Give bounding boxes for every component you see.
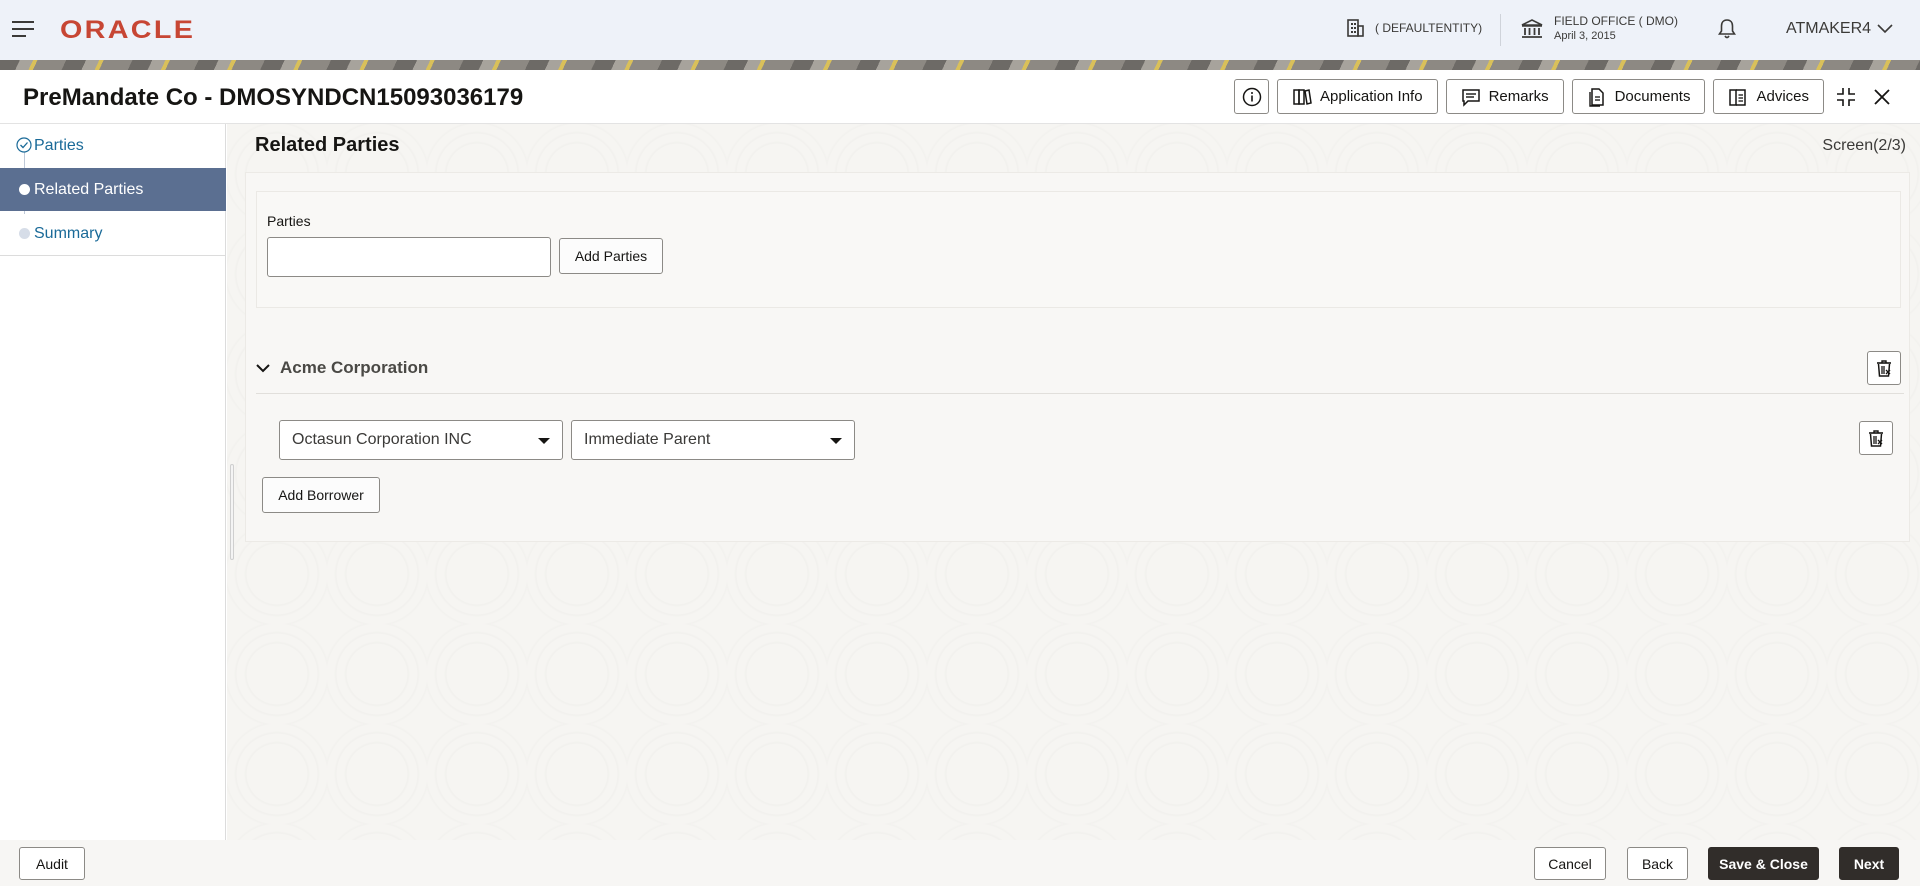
- caret-down-icon: [830, 438, 842, 444]
- nav-item-label: Related Parties: [34, 180, 144, 198]
- parties-card: Parties Add Parties: [256, 191, 1901, 308]
- trash-icon: [1877, 360, 1891, 377]
- close-button[interactable]: [1868, 79, 1896, 114]
- minimize-button[interactable]: [1832, 79, 1860, 114]
- section-title: Related Parties: [255, 134, 400, 156]
- related-party-value: Octasun Corporation INC: [292, 431, 472, 448]
- group-divider: [256, 393, 1904, 394]
- application-info-icon: [1293, 88, 1312, 105]
- nav-divider: [0, 255, 226, 256]
- chevron-down-icon: [1877, 24, 1893, 34]
- advices-icon: [1729, 88, 1747, 106]
- top-header: ORACLE ( DEFAULTENTITY) FIELD OFFICE ( D…: [0, 0, 1920, 60]
- documents-label: Documents: [1614, 88, 1691, 105]
- documents-icon: [1588, 87, 1604, 107]
- screen-counter: Screen(2/3): [1822, 137, 1906, 154]
- remarks-button[interactable]: Remarks: [1445, 79, 1564, 114]
- relationship-select[interactable]: Immediate Parent: [571, 420, 855, 460]
- delete-group-button[interactable]: [1867, 351, 1901, 385]
- nav-item-label: Parties: [34, 136, 84, 154]
- parties-input[interactable]: [267, 237, 551, 277]
- advices-label: Advices: [1756, 88, 1809, 105]
- group-title: Acme Corporation: [280, 358, 429, 377]
- entity-label: ( DEFAULTENTITY): [1375, 21, 1483, 35]
- related-parties-panel: Parties Add Parties Acme Corporation Oct…: [245, 172, 1910, 542]
- hamburger-menu-icon[interactable]: [12, 21, 34, 37]
- application-info-label: Application Info: [1320, 88, 1423, 105]
- info-icon: [1242, 87, 1261, 106]
- train-stop-nav: Parties Related Parties Summary: [0, 124, 226, 840]
- collapse-icon: [1837, 87, 1855, 106]
- header-divider: [1500, 14, 1501, 46]
- building-icon: [1347, 19, 1364, 37]
- documents-button[interactable]: Documents: [1571, 79, 1706, 114]
- resize-handle[interactable]: [230, 464, 234, 560]
- check-circle-icon: [16, 137, 32, 153]
- remarks-label: Remarks: [1488, 88, 1549, 105]
- related-party-select[interactable]: Octasun Corporation INC: [279, 420, 563, 460]
- nav-item-related-parties[interactable]: Related Parties: [0, 168, 226, 211]
- nav-item-parties[interactable]: Parties: [0, 124, 226, 167]
- info-button[interactable]: [1234, 79, 1269, 114]
- decorative-banner: [0, 60, 1920, 70]
- parties-label: Parties: [267, 213, 311, 229]
- add-borrower-button[interactable]: Add Borrower: [262, 477, 380, 513]
- cancel-button[interactable]: Cancel: [1534, 847, 1606, 880]
- branch-name: FIELD OFFICE ( DMO): [1554, 14, 1678, 28]
- delete-row-button[interactable]: [1859, 421, 1893, 455]
- add-parties-button[interactable]: Add Parties: [559, 238, 663, 274]
- title-bar: PreMandate Co - DMOSYNDCN15093036179 App…: [0, 70, 1920, 124]
- chevron-down-icon: [256, 364, 270, 373]
- audit-button[interactable]: Audit: [19, 847, 85, 880]
- page-title: PreMandate Co - DMOSYNDCN15093036179: [23, 84, 524, 111]
- current-step-indicator: [19, 184, 30, 195]
- branch-selector[interactable]: FIELD OFFICE ( DMO) April 3, 2015: [1520, 14, 1678, 44]
- application-info-button[interactable]: Application Info: [1277, 79, 1438, 114]
- remarks-icon: [1461, 88, 1480, 107]
- branch-date: April 3, 2015: [1554, 30, 1616, 42]
- title-actions: Application Info Remarks Documents Advic…: [1234, 79, 1896, 114]
- nav-item-label: Summary: [34, 224, 103, 242]
- close-icon: [1874, 88, 1890, 105]
- next-button[interactable]: Next: [1839, 847, 1899, 880]
- save-and-close-button[interactable]: Save & Close: [1708, 847, 1819, 880]
- caret-down-icon: [538, 438, 550, 444]
- relationship-value: Immediate Parent: [584, 431, 711, 448]
- nav-item-summary[interactable]: Summary: [0, 212, 226, 255]
- oracle-logo: ORACLE: [60, 16, 196, 44]
- bank-icon: [1521, 19, 1543, 38]
- pending-step-indicator: [19, 228, 30, 239]
- footer-bar: Audit Cancel Back Save & Close Next: [0, 840, 1920, 886]
- notification-bell-icon[interactable]: [1717, 18, 1737, 45]
- trash-icon: [1869, 430, 1883, 447]
- acme-collapsible-header[interactable]: Acme Corporation: [256, 358, 428, 378]
- main-content: Related Parties Screen(2/3) Parties Add …: [227, 124, 1920, 840]
- back-button[interactable]: Back: [1627, 847, 1688, 880]
- entity-selector[interactable]: ( DEFAULTENTITY): [1345, 18, 1482, 38]
- user-menu[interactable]: ATMAKER4: [1786, 20, 1893, 38]
- user-name: ATMAKER4: [1786, 20, 1872, 37]
- advices-button[interactable]: Advices: [1713, 79, 1824, 114]
